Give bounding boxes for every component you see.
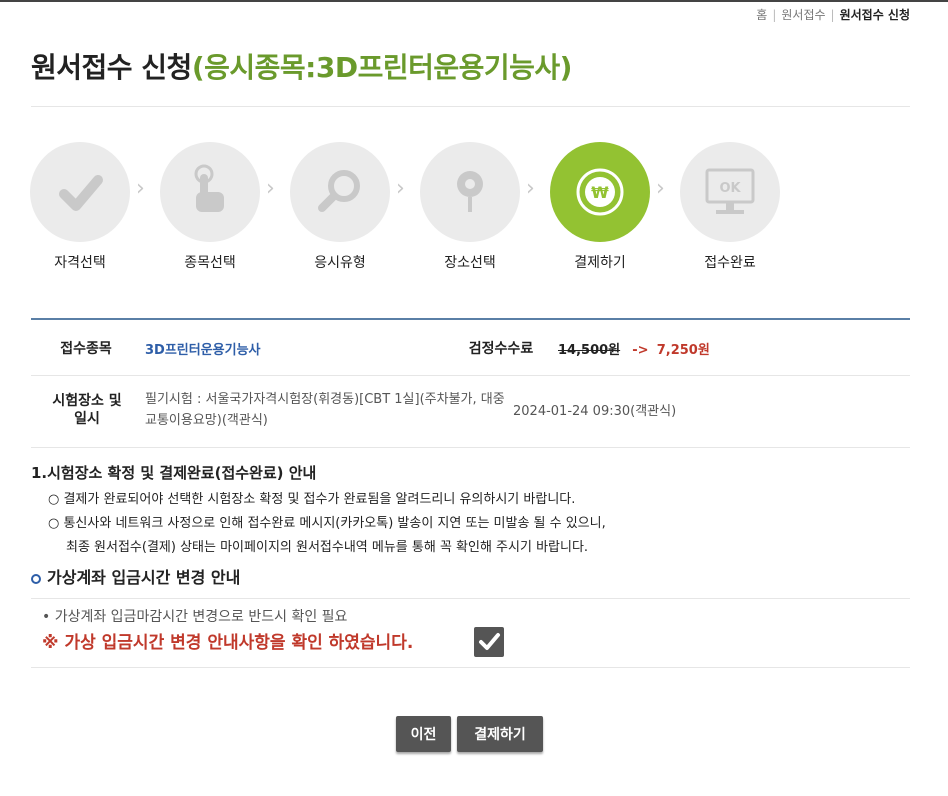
subject-value: 3D프린터운용기능사 [145,343,261,358]
check-icon [59,175,103,211]
step-complete: OK [680,142,780,242]
step-label: 종목선택 [184,255,236,271]
top-border [0,0,948,2]
notice-item: ○ 통신사와 네트워크 사정으로 인해 접수완료 메시지(카카오톡) 발송이 지… [48,516,606,531]
step-label: 장소선택 [444,255,496,271]
chevron-right-icon: › [656,176,665,201]
chevron-right-icon: › [136,176,145,201]
fee-arrow: -> [632,343,649,358]
divider [31,598,910,599]
confirm-checkbox[interactable] [474,627,504,657]
prev-button[interactable]: 이전 [396,716,451,752]
place-label: 시험장소 및 일시 [52,393,122,427]
notice-item: 최종 원서접수(결제) 상태는 마이페이지의 원서접수내역 메뉴를 통해 꼭 확… [66,540,589,555]
touch-hand-icon [194,164,224,212]
notice-item: ○ 결제가 완료되어야 선택한 시험장소 확정 및 접수가 완료됨을 알려드리니… [48,492,576,507]
step-qualification [30,142,130,242]
divider [31,667,910,668]
place-value: 필기시험 : 서울국가자격시험장(휘경동)[CBT 1실](주차불가, 대중교통… [145,392,505,428]
info-row-subject: 접수종목 3D프린터운용기능사 검정수수료 14,500원 -> 7,250원 [31,320,910,376]
page-title-sub: (응시종목:3D프린터운용기능사) [191,51,573,84]
won-coin-icon: ₩ [576,168,624,216]
step-subject [160,142,260,242]
notice-title: 1.시험장소 확정 및 결제완료(접수완료) 안내 [31,464,317,482]
chevron-right-icon: › [266,176,275,201]
step-place [420,142,520,242]
pay-button[interactable]: 결제하기 [457,716,543,752]
step-label: 자격선택 [54,255,106,271]
fee-original: 14,500원 [558,343,621,358]
step-label: 결제하기 [574,255,626,271]
chevron-right-icon: › [396,176,405,201]
fee-label: 검정수수료 [468,341,534,357]
page-title: 원서접수 신청(응시종목:3D프린터운용기능사) [31,46,572,86]
fee-value: 14,500원 -> 7,250원 [558,339,710,358]
subject-label: 접수종목 [60,341,112,357]
circle-bullet-icon [31,573,41,584]
confirm-warning-text: ※ 가상 입금시간 변경 안내사항을 확인 하였습니다. [42,633,414,653]
exam-datetime: 2024-01-24 09:30(객관식) [513,404,677,419]
step-exam-type [290,142,390,242]
monitor-ok-icon: OK [705,168,755,214]
breadcrumb: 홈 | 원서접수 | 원서접수 신청 [756,8,910,22]
breadcrumb-home[interactable]: 홈 [756,8,767,22]
step-label: 응시유형 [314,255,366,271]
virtual-account-section-title: 가상계좌 입금시간 변경 안내 [31,564,240,588]
virtual-account-notice: • 가상계좌 입금마감시간 변경으로 반드시 확인 필요 [42,609,348,625]
svg-text:OK: OK [719,181,741,196]
step-label: 접수완료 [704,255,756,271]
divider [31,106,910,107]
checkmark-icon [479,633,500,650]
svg-text:₩: ₩ [591,183,609,202]
breadcrumb-current: 원서접수 신청 [839,8,910,22]
info-row-place: 시험장소 및 일시 필기시험 : 서울국가자격시험장(휘경동)[CBT 1실](… [31,375,910,448]
page-title-main: 원서접수 신청 [31,51,192,84]
breadcrumb-apply[interactable]: 원서접수 [781,8,825,22]
fee-discounted: 7,250원 [656,343,710,358]
chevron-right-icon: › [526,176,535,201]
map-pin-icon [457,171,483,212]
step-payment: ₩ [550,142,650,242]
magnifier-icon [318,170,360,212]
